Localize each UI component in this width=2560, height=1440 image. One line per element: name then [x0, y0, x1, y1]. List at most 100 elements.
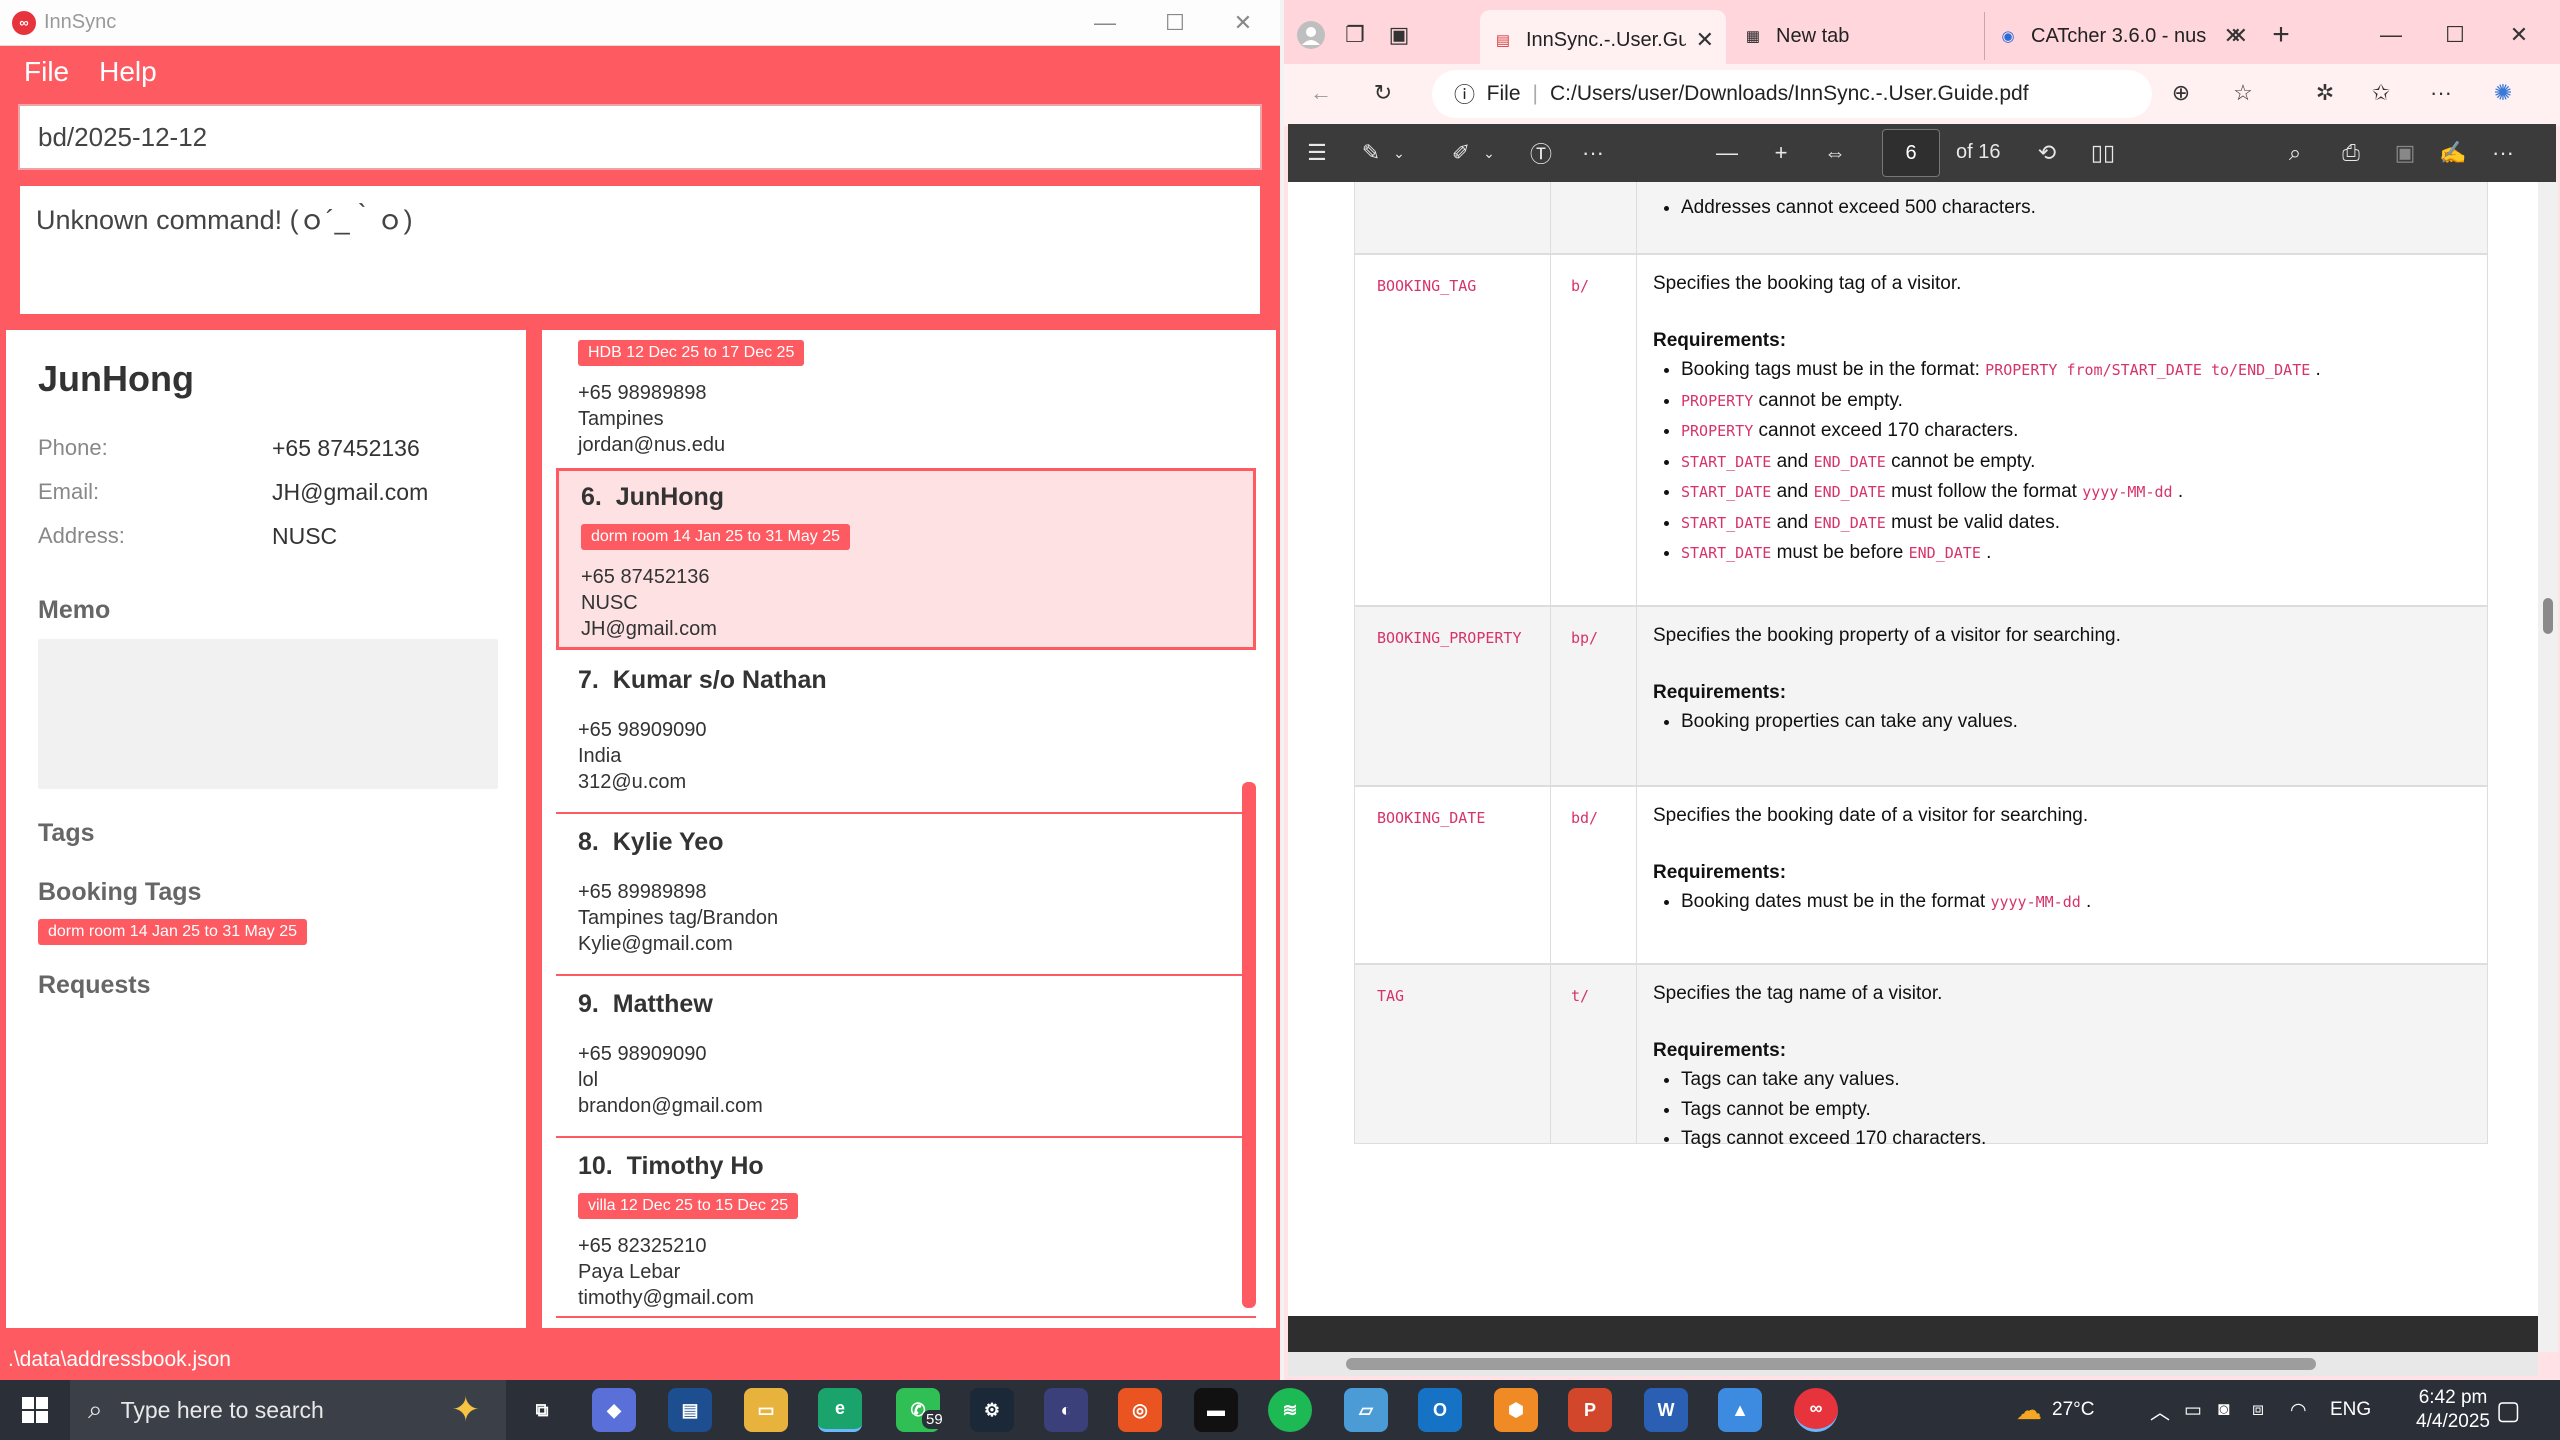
- list-item[interactable]: 9. Matthew +65 98909090 lol brandon@gmai…: [556, 978, 1256, 1138]
- favorite-star-icon[interactable]: ☆: [2226, 76, 2260, 110]
- requirement-item: START_DATE must be before END_DATE .: [1681, 538, 2473, 569]
- weather-icon: ☁: [2016, 1394, 2042, 1425]
- list-item[interactable]: 10. Timothy Ho villa 12 Dec 25 to 15 Dec…: [556, 1140, 1256, 1318]
- tab-catcher[interactable]: ◉ CATcher 3.6.0 - nus ✕: [1984, 12, 2254, 60]
- terminal-icon[interactable]: ▬: [1194, 1388, 1238, 1432]
- workspaces-icon[interactable]: ❐: [1338, 18, 1372, 52]
- list-item-selected[interactable]: 6. JunHong dorm room 14 Jan 25 to 31 May…: [556, 468, 1256, 650]
- save-as-icon[interactable]: ✍: [2438, 138, 2468, 168]
- chevron-down-icon[interactable]: ⌄: [1384, 138, 1414, 168]
- chevron-down-icon[interactable]: ⌄: [1474, 138, 1504, 168]
- app-icon[interactable]: ▤: [668, 1388, 712, 1432]
- task-view-icon[interactable]: ⧉: [520, 1388, 564, 1432]
- profile-icon[interactable]: [1294, 18, 1328, 52]
- pdf-horizontal-scroll-thumb[interactable]: [1346, 1358, 2316, 1370]
- command-input[interactable]: bd/2025-12-12: [18, 104, 1262, 170]
- print-icon[interactable]: ⎙: [2336, 138, 2366, 168]
- favorites-icon[interactable]: ✩: [2364, 76, 2398, 110]
- word-icon[interactable]: W: [1644, 1388, 1688, 1432]
- innsync-window: ∞ InnSync — ☐ ✕ File Help bd/2025-12-12 …: [0, 0, 1280, 1380]
- url-bar[interactable]: ⓘ File | C:/Users/user/Downloads/InnSync…: [1432, 70, 2152, 118]
- minimize-icon[interactable]: —: [2374, 18, 2408, 52]
- tray-chevron-icon[interactable]: ︿: [2150, 1380, 2170, 1440]
- battery-icon[interactable]: ▭: [2184, 1380, 2202, 1440]
- page-number-input[interactable]: 6: [1882, 129, 1940, 177]
- wifi-icon[interactable]: ◠: [2290, 1380, 2307, 1440]
- requirement-item: START_DATE and END_DATE must be valid da…: [1681, 508, 2473, 539]
- pdf-more-icon[interactable]: ···: [2488, 138, 2518, 168]
- outlook-icon[interactable]: O: [1418, 1388, 1462, 1432]
- new-tab-plus-icon[interactable]: +: [2264, 18, 2298, 52]
- tags-heading: Tags: [38, 819, 95, 847]
- zoom-icon[interactable]: ⊕: [2164, 76, 2198, 110]
- more-menu-icon[interactable]: ···: [2424, 76, 2458, 110]
- page-view-icon[interactable]: ▯▯: [2088, 138, 2118, 168]
- draw-icon[interactable]: ✐: [1446, 138, 1476, 168]
- innsync-logo-icon: ∞: [12, 10, 36, 35]
- address-bar-row: ← ↻ ⓘ File | C:/Users/user/Downloads/Inn…: [1284, 64, 2560, 126]
- camera-icon[interactable]: ◙: [2218, 1380, 2229, 1440]
- text-icon[interactable]: Ⓣ: [1526, 138, 1556, 168]
- ubuntu-icon[interactable]: ◎: [1118, 1388, 1162, 1432]
- close-icon[interactable]: ✕: [1208, 0, 1278, 46]
- start-icon[interactable]: [0, 1380, 70, 1440]
- eclipse-icon[interactable]: ◐: [1044, 1388, 1088, 1432]
- result-display: Unknown command! (ｏ´_｀ｏ): [18, 184, 1262, 316]
- tab-close-icon[interactable]: ✕: [1696, 27, 1714, 53]
- rotate-icon[interactable]: ⟲: [2032, 138, 2062, 168]
- info-icon[interactable]: ⓘ: [1454, 79, 1475, 109]
- photos-icon[interactable]: ▲: [1718, 1388, 1762, 1432]
- clock[interactable]: 6:42 pm 4/4/2025: [2416, 1386, 2490, 1434]
- vertical-tabs-icon[interactable]: ▣: [1382, 18, 1416, 52]
- requirement-item: PROPERTY cannot be empty.: [1681, 386, 2473, 417]
- notes-icon[interactable]: ▱: [1344, 1388, 1388, 1432]
- search-icon[interactable]: ⌕: [2280, 138, 2310, 168]
- pdf-vertical-scroll-thumb[interactable]: [2543, 598, 2553, 634]
- app-icon[interactable]: ⬢: [1494, 1388, 1538, 1432]
- highlight-icon[interactable]: ✎: [1356, 138, 1386, 168]
- table-row: BOOKING_PROPERTY bp/Specifies the booking…: [1354, 606, 2488, 786]
- copilot-icon[interactable]: ✺: [2486, 76, 2520, 110]
- list-item[interactable]: 7. Kumar s/o Nathan +65 98909090 India 3…: [556, 654, 1256, 814]
- pdf-vertical-scrollbar[interactable]: [2538, 182, 2558, 1352]
- contents-icon[interactable]: ☰: [1302, 138, 1332, 168]
- maximize-icon[interactable]: ☐: [2438, 18, 2472, 52]
- edge-icon[interactable]: e: [818, 1388, 862, 1432]
- copilot-app-icon[interactable]: ◆: [592, 1388, 636, 1432]
- taskbar-search[interactable]: ⌕ Type here to search ✦: [70, 1380, 506, 1440]
- menu-file[interactable]: File: [24, 56, 69, 88]
- pdf-horizontal-scrollbar[interactable]: [1288, 1352, 2538, 1376]
- param-name: BOOKING_DATE: [1377, 809, 1486, 827]
- maximize-icon[interactable]: ☐: [1140, 0, 1210, 46]
- list-item[interactable]: 8. Kylie Yeo +65 89989898 Tampines tag/B…: [556, 816, 1256, 976]
- weather-widget[interactable]: ☁ 27°C: [2016, 1380, 2094, 1440]
- list-scrollbar[interactable]: [1242, 782, 1256, 1308]
- fit-page-icon[interactable]: ⇔: [1820, 138, 1850, 168]
- memo-field[interactable]: [38, 639, 498, 789]
- notification-icon[interactable]: ▢: [2496, 1380, 2521, 1440]
- spotify-icon[interactable]: ≋: [1268, 1388, 1312, 1432]
- close-icon[interactable]: ✕: [2502, 18, 2536, 52]
- detail-address-row: Address: NUSC: [38, 514, 494, 558]
- steam-icon[interactable]: ⚙: [970, 1388, 1014, 1432]
- extensions-icon[interactable]: ✲: [2308, 76, 2342, 110]
- list-item[interactable]: HDB 12 Dec 25 to 17 Dec 25 +65 98989898 …: [556, 330, 1256, 476]
- innsync-taskbar-icon[interactable]: ∞: [1794, 1388, 1838, 1432]
- save-icon[interactable]: ▣: [2390, 138, 2420, 168]
- zoom-out-icon[interactable]: —: [1712, 138, 1742, 168]
- more-tools-icon[interactable]: ···: [1578, 138, 1608, 168]
- language-indicator[interactable]: ENG: [2330, 1380, 2371, 1440]
- back-icon[interactable]: ←: [1304, 76, 1338, 110]
- display-icon[interactable]: ⧈: [2252, 1380, 2264, 1440]
- zoom-in-icon[interactable]: +: [1766, 138, 1796, 168]
- detail-email-row: Email: JH@gmail.com: [38, 470, 494, 514]
- refresh-icon[interactable]: ↻: [1366, 76, 1400, 110]
- menu-help[interactable]: Help: [99, 56, 157, 88]
- table-row: BOOKING_DATE bd/Specifies the booking dat…: [1354, 786, 2488, 964]
- tab-close-icon[interactable]: ✕: [2224, 23, 2242, 49]
- tab-user-guide[interactable]: ▤ InnSync.-.User.Guide ✕: [1480, 10, 1726, 70]
- file-explorer-icon[interactable]: ▭: [744, 1388, 788, 1432]
- minimize-icon[interactable]: —: [1070, 0, 1140, 46]
- requirement-item: Tags cannot exceed 170 characters.: [1681, 1124, 2473, 1154]
- powerpoint-icon[interactable]: P: [1568, 1388, 1612, 1432]
